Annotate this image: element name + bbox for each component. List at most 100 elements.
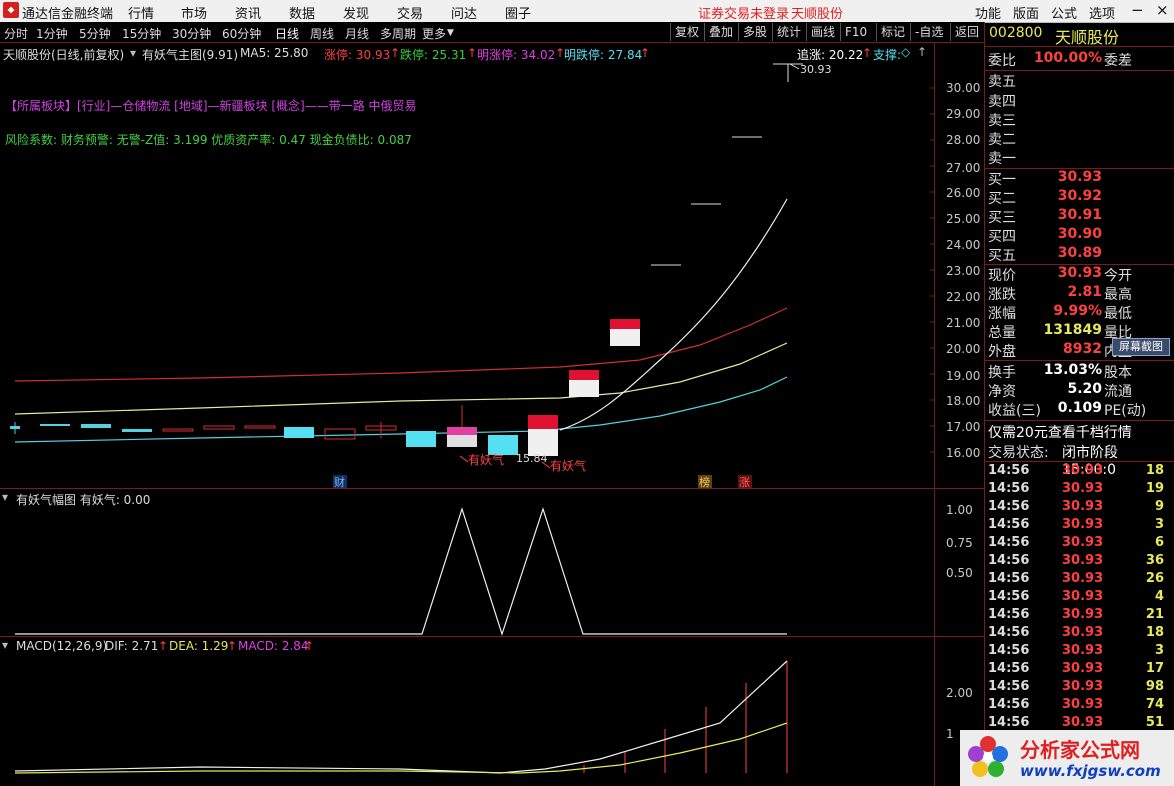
- price-tick: 26.00: [946, 186, 981, 200]
- app-title: 通达信金融终端: [22, 7, 114, 22]
- price-tick: 17.00: [946, 420, 981, 434]
- flower-logo-icon: [968, 736, 1008, 777]
- trade-state: 交易状态: 闭市阶段 15:00:0: [988, 445, 1118, 478]
- menu-item-banmian[interactable]: 版面: [1013, 3, 1039, 22]
- price-tick: 27.00: [946, 161, 981, 175]
- btn-fanhui[interactable]: 返回: [950, 23, 983, 41]
- buy-5: 买五 30.89: [988, 245, 1102, 264]
- quote-header: 002800 天顺股份: [985, 22, 1174, 47]
- period-more[interactable]: 更多: [422, 25, 446, 42]
- menu-item-shichang[interactable]: 市场: [181, 3, 207, 22]
- price-tick: 30.00: [946, 81, 981, 95]
- sub2-axis-tick: 2.00: [946, 686, 973, 700]
- period-15min[interactable]: 15分钟: [122, 25, 161, 42]
- candle-group-early: [10, 405, 518, 455]
- btn-biaoji[interactable]: 标记: [876, 23, 909, 41]
- menu-item-wenda[interactable]: 问达: [451, 3, 477, 22]
- weibi-row: 委比 100.00% 委差: [988, 50, 1132, 69]
- period-multi[interactable]: 多周期: [380, 25, 416, 42]
- peak-price-label: 30.93: [800, 63, 832, 76]
- promo-link[interactable]: 仅需20元查看千档行情: [988, 422, 1174, 441]
- price-tick: 28.00: [946, 133, 981, 147]
- btn-fuquan[interactable]: 复权: [670, 23, 703, 41]
- close-icon[interactable]: ×: [1156, 1, 1169, 19]
- btn-duogu[interactable]: 多股: [738, 23, 771, 41]
- sell-4: 卖四: [988, 94, 1016, 110]
- signal-label-1: 有妖气: [468, 452, 504, 467]
- sell-1: 卖一: [988, 151, 1016, 167]
- period-weekly[interactable]: 周线: [310, 25, 334, 42]
- tick-row: 14:56 30.93 3: [988, 517, 1164, 532]
- btn-huaxian[interactable]: 画线: [806, 23, 839, 41]
- buy-4: 买四 30.90: [988, 226, 1102, 245]
- tick-row: 14:56 30.93 36: [988, 553, 1164, 568]
- price-tick: 29.00: [946, 107, 981, 121]
- sell-2: 卖二: [988, 132, 1016, 148]
- app-logo-icon: [3, 2, 19, 18]
- buy-2: 买二 30.92: [988, 188, 1102, 207]
- price-tick: 23.00: [946, 264, 981, 278]
- buy-1: 买一 30.93: [988, 169, 1102, 188]
- stat-zhangdie: 涨跌 2.81 最高: [988, 284, 1132, 303]
- marker-zhang: 涨: [739, 476, 750, 488]
- period-monthly[interactable]: 月线: [345, 25, 369, 42]
- price-tick: 24.00: [946, 238, 981, 252]
- watermark-name: 分析家公式网: [1020, 738, 1140, 762]
- period-1min[interactable]: 1分钟: [36, 25, 68, 42]
- marker-cai: 财: [334, 475, 345, 488]
- period-fenshi[interactable]: 分时: [4, 25, 28, 42]
- menu-item-gongshi[interactable]: 公式: [1051, 3, 1077, 22]
- btn-diejia[interactable]: 叠加: [704, 23, 737, 41]
- btn-f10[interactable]: F10: [840, 23, 871, 41]
- macd-chart: [14, 660, 788, 774]
- menu-bar: 通达信金融终端 行情 市场 资讯 数据 发现 交易 问达 圈子 证券交易未登录 …: [0, 0, 1174, 23]
- header-stock-name: 天顺股份: [791, 7, 844, 22]
- tick-row: 14:56 30.93 19: [988, 481, 1164, 496]
- tick-row: 14:56 30.93 74: [988, 697, 1164, 712]
- menu-item-zixun[interactable]: 资讯: [235, 3, 261, 22]
- more-chevron-icon[interactable]: ▼: [447, 28, 454, 38]
- period-toolbar: 分时 1分钟 5分钟 15分钟 30分钟 60分钟 日线 周线 月线 多周期 更…: [0, 22, 984, 43]
- btn-zixuan[interactable]: -自选: [910, 23, 947, 41]
- sub2-axis-tick: 1: [946, 727, 954, 741]
- stat-huanshou: 换手 13.03% 股本: [988, 362, 1132, 381]
- btn-tongji[interactable]: 统计: [772, 23, 805, 41]
- minimize-icon[interactable]: −: [1131, 1, 1144, 19]
- price-tick: 19.00: [946, 369, 981, 383]
- menu-item-xuanxiang[interactable]: 选项: [1089, 3, 1115, 22]
- stat-shouyi: 收益(三) 0.109 PE(动): [988, 400, 1147, 419]
- menu-item-hangqing[interactable]: 行情: [128, 3, 154, 22]
- ma-yellow-line: [14, 342, 788, 415]
- tick-row: 14:56 30.93 21: [988, 607, 1164, 622]
- ma-cyan-line: [14, 376, 788, 443]
- period-60min[interactable]: 60分钟: [222, 25, 261, 42]
- marker-bang: 榜: [699, 475, 710, 488]
- stock-name: 天顺股份: [1055, 28, 1120, 47]
- stock-code: 002800: [989, 25, 1043, 41]
- menu-item-gongneng[interactable]: 功能: [975, 3, 1001, 22]
- menu-item-faxian[interactable]: 发现: [343, 3, 369, 22]
- period-daily[interactable]: 日线: [275, 25, 299, 42]
- price-tick: 21.00: [946, 316, 981, 330]
- login-status[interactable]: 证券交易未登录: [698, 3, 789, 22]
- menu-item-quanzi[interactable]: 圈子: [505, 3, 531, 22]
- menu-item-shuju[interactable]: 数据: [289, 3, 315, 22]
- stat-zhangfu: 涨幅 9.99% 最低: [988, 303, 1132, 322]
- weibi-value: 100.00%: [1033, 50, 1102, 66]
- price-tick: 25.00: [946, 212, 981, 226]
- price-tick: 20.00: [946, 342, 981, 356]
- period-30min[interactable]: 30分钟: [172, 25, 211, 42]
- price-tick: 22.00: [946, 290, 981, 304]
- menu-item-jiaoyi[interactable]: 交易: [397, 3, 423, 22]
- tick-row: 14:56 30.93 9: [988, 499, 1164, 514]
- stat-xianjia: 现价 30.93 今开: [988, 265, 1132, 284]
- sub1-axis-tick: 0.50: [946, 566, 973, 580]
- period-5min[interactable]: 5分钟: [79, 25, 111, 42]
- sub1-axis-tick: 0.75: [946, 536, 973, 550]
- tick-row: 14:56 30.93 17: [988, 661, 1164, 676]
- tick-row: 14:56 30.93 98: [988, 679, 1164, 694]
- candlestick-chart[interactable]: 30.93 15.84 有妖气 有妖气 财 榜 涨: [0, 42, 934, 488]
- screenshot-button[interactable]: 屏幕截图: [1112, 338, 1170, 356]
- tick-row: 14:56 30.93 26: [988, 571, 1164, 586]
- buy-3: 买三 30.91: [988, 207, 1102, 226]
